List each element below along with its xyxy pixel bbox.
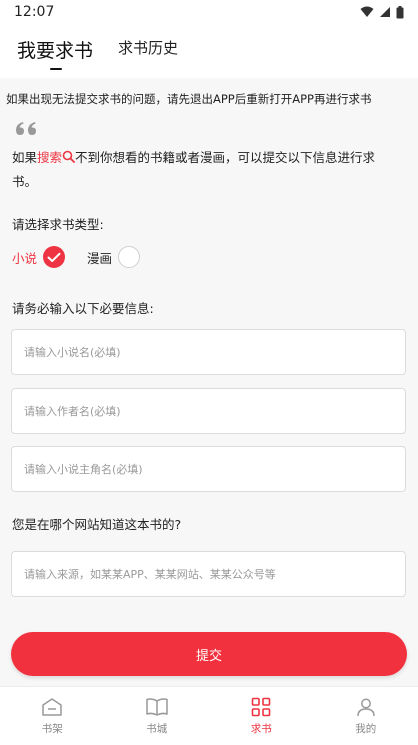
- protagonist-name-input[interactable]: 请输入小说主角名(必填): [11, 446, 406, 492]
- nav-item-bookshelf[interactable]: 书架: [0, 687, 105, 745]
- type-options: 小说 漫画: [12, 246, 140, 268]
- comic-option-label[interactable]: 漫画: [87, 248, 112, 267]
- profile-icon: [356, 697, 376, 717]
- source-input[interactable]: 请输入来源，如某某APP、某某网站、某某公众号等: [11, 551, 406, 597]
- nav-item-bookstore[interactable]: 书城: [105, 687, 210, 745]
- nav-label-bookshelf: 书架: [42, 721, 63, 736]
- novel-name-input[interactable]: 请输入小说名(必填): [11, 329, 406, 375]
- status-icons: [360, 6, 404, 19]
- intro-prefix: 如果: [12, 150, 37, 165]
- grid-icon: [251, 697, 271, 717]
- nav-label-request-book: 求书: [251, 721, 272, 736]
- comic-radio[interactable]: [118, 246, 140, 268]
- novel-radio[interactable]: [43, 246, 65, 268]
- tab-request-book[interactable]: 我要求书: [17, 36, 93, 63]
- status-time: 12:07: [14, 4, 54, 20]
- status-bar: 12:07: [0, 0, 418, 24]
- nav-item-profile[interactable]: 我的: [314, 687, 418, 745]
- notice-text: 如果出现无法提交求书的问题，请先退出APP后重新打开APP再进行求书: [6, 91, 371, 107]
- wifi-icon: [360, 6, 374, 18]
- info-label: 请务必输入以下必要信息:: [12, 298, 154, 317]
- author-name-input[interactable]: 请输入作者名(必填): [11, 388, 406, 434]
- tab-request-history[interactable]: 求书历史: [118, 37, 178, 58]
- bookshelf-icon: [41, 697, 63, 717]
- signal-icon: [379, 6, 391, 18]
- novel-option-label[interactable]: 小说: [12, 248, 37, 267]
- check-icon: [47, 252, 61, 263]
- quote-icon: [13, 120, 37, 136]
- type-label: 请选择求书类型:: [12, 214, 104, 233]
- tab-indicator: [50, 68, 62, 70]
- source-label: 您是在哪个网站知道这本书的?: [12, 514, 181, 533]
- search-icon: [62, 150, 75, 163]
- nav-item-request-book[interactable]: 求书: [209, 687, 314, 745]
- header: 我要求书 求书历史: [0, 24, 418, 78]
- nav-label-profile: 我的: [355, 721, 376, 736]
- intro-text: 如果搜索不到你想看的书籍或者漫画，可以提交以下信息进行求书。: [12, 146, 400, 194]
- bottom-nav: 书架 书城 求书 我的: [0, 686, 418, 745]
- search-label: 搜索: [37, 150, 62, 165]
- nav-label-bookstore: 书城: [146, 721, 167, 736]
- submit-button[interactable]: 提交: [11, 632, 407, 676]
- book-icon: [145, 697, 169, 717]
- battery-icon: [396, 6, 404, 19]
- search-link[interactable]: 搜索: [37, 150, 75, 165]
- request-form: 如果出现无法提交求书的问题，请先退出APP后重新打开APP再进行求书 如果搜索不…: [0, 78, 418, 686]
